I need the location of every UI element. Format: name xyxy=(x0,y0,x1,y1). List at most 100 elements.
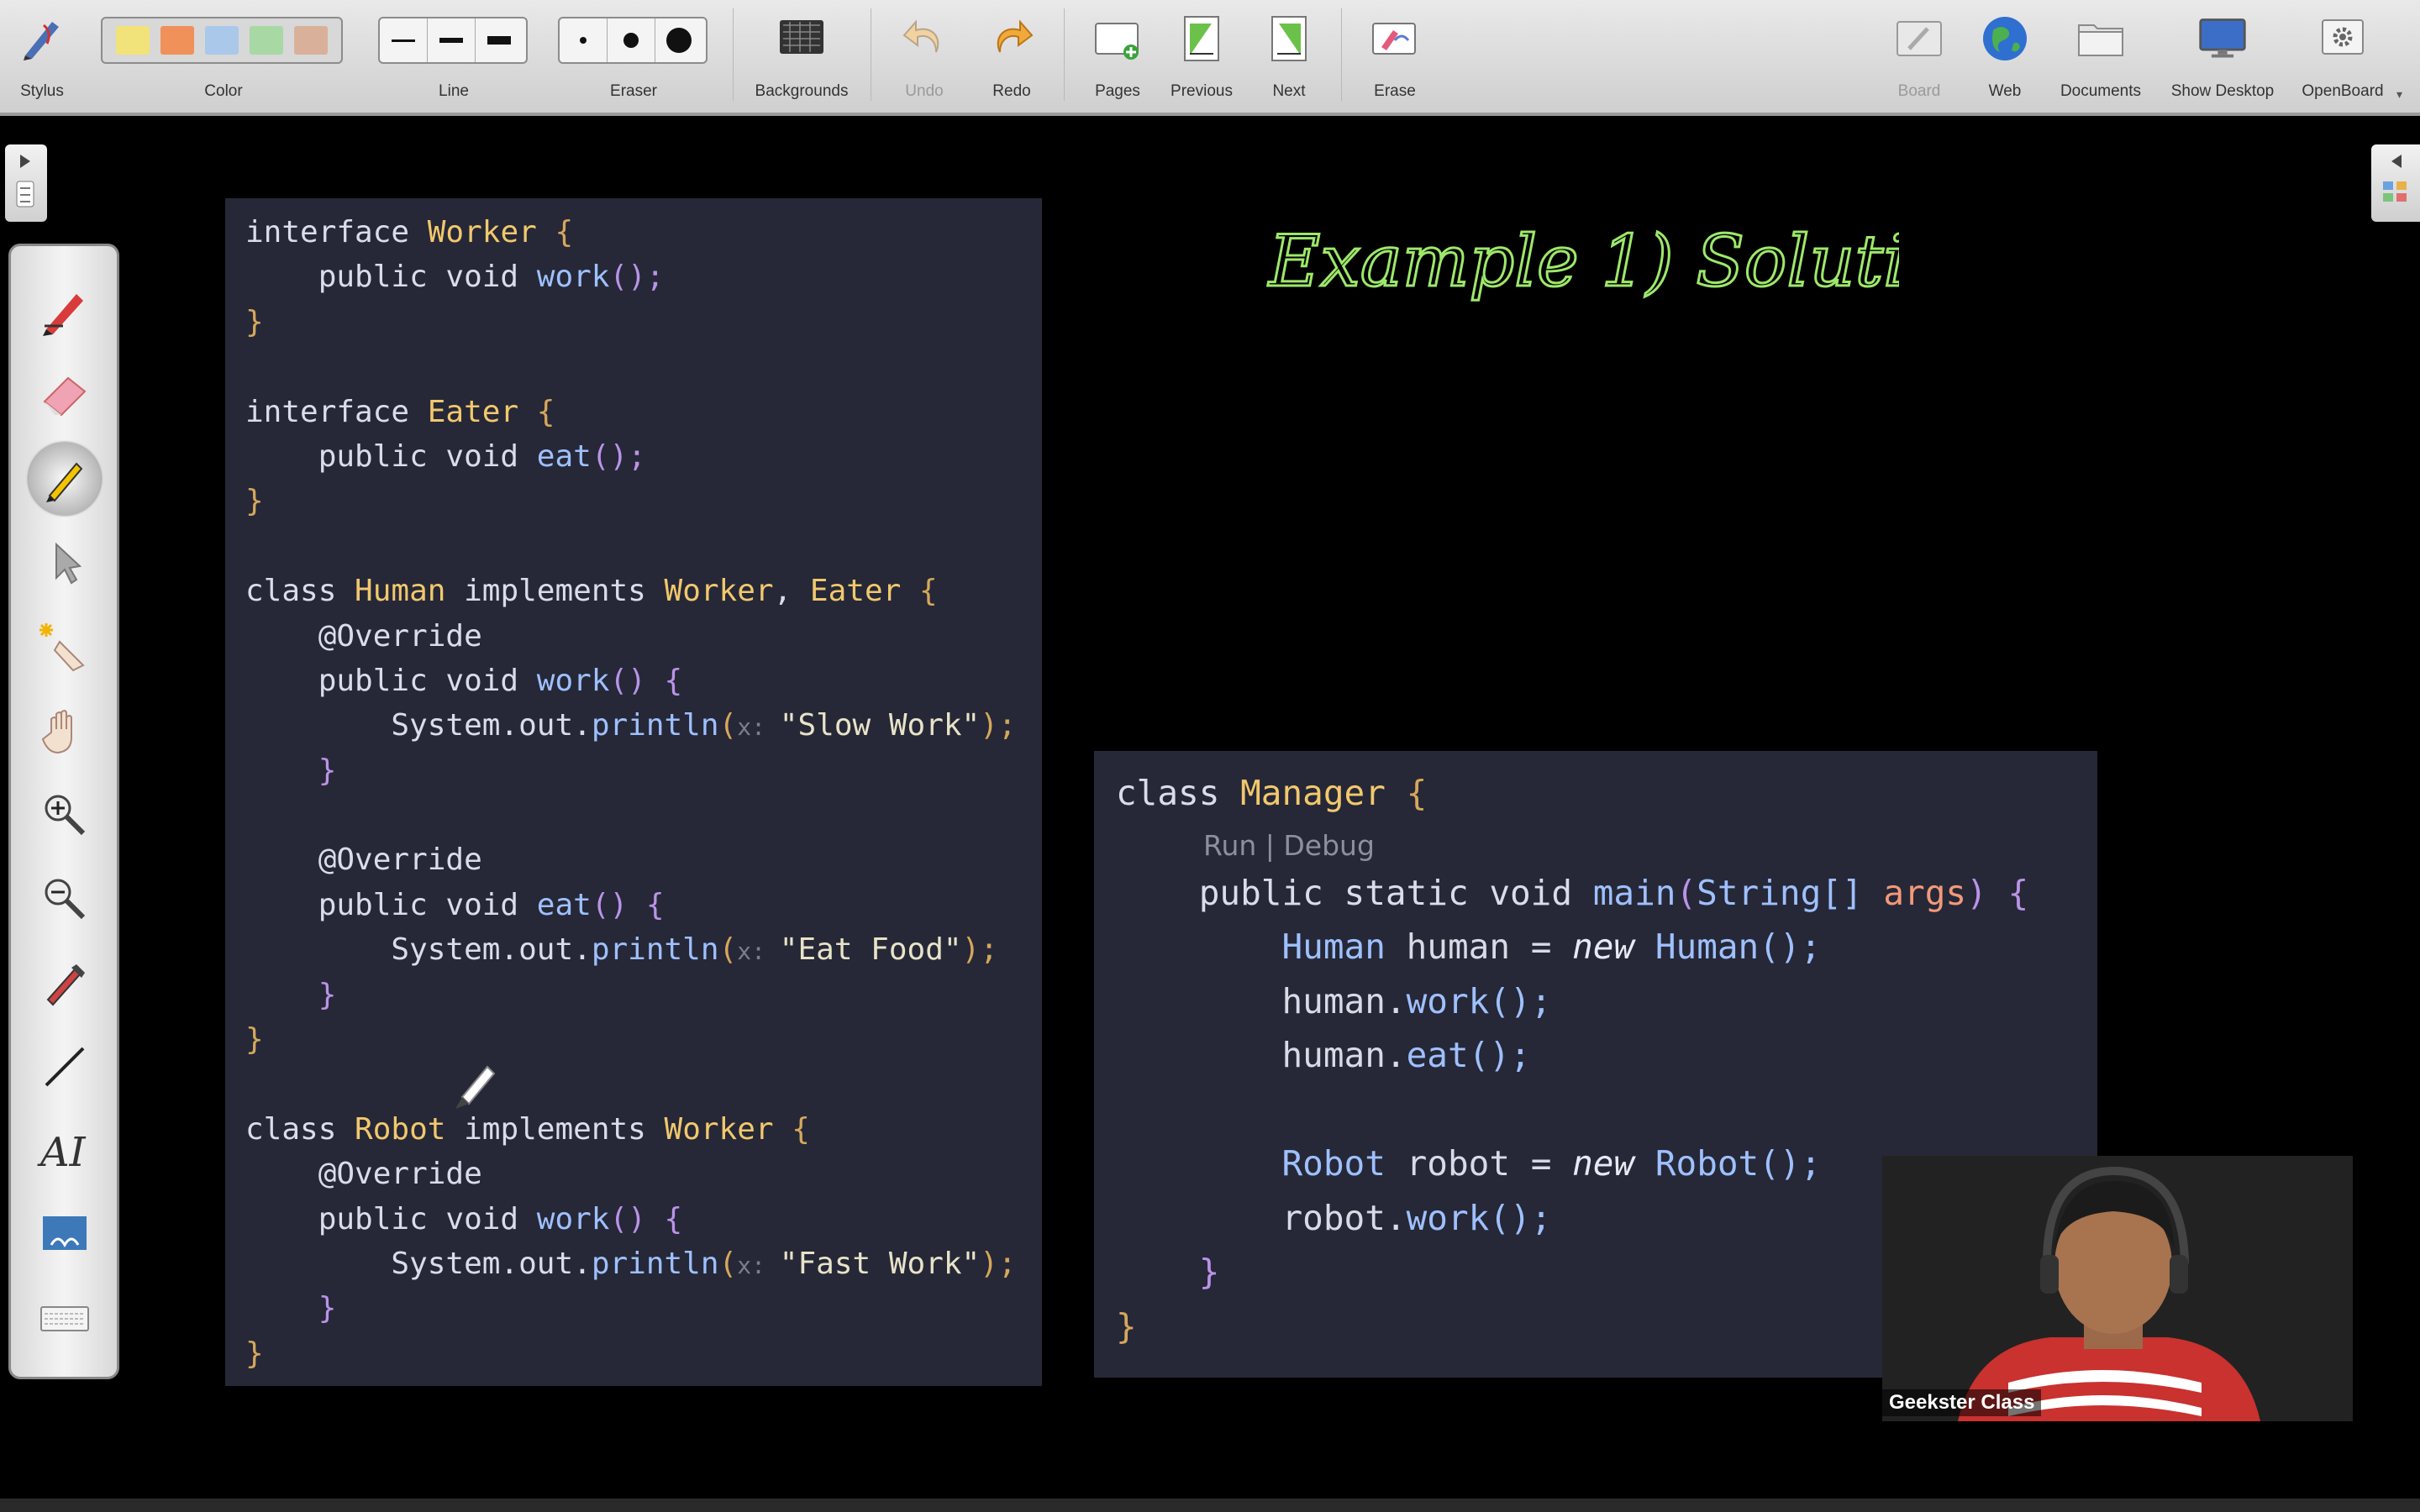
color-swatch-orange[interactable] xyxy=(160,26,195,55)
previous-page-icon xyxy=(1176,13,1227,64)
previous-page-button[interactable]: Previous xyxy=(1166,7,1237,109)
toolbar-divider xyxy=(733,8,734,101)
code-line: } xyxy=(245,304,264,339)
code-line: public void work(); xyxy=(245,260,665,295)
pages-icon xyxy=(1092,13,1143,64)
line-medium-option[interactable] xyxy=(428,18,476,62)
capture-tool[interactable] xyxy=(24,1197,105,1273)
code-line: Human human = new Human(); xyxy=(1116,927,1822,967)
redo-button[interactable]: Redo xyxy=(978,7,1045,109)
code-line: System.out.println(x: "Eat Food"); xyxy=(245,932,998,968)
run-debug-codelens[interactable]: Run | Debug xyxy=(1116,821,2097,866)
color-swatch-yellow[interactable] xyxy=(116,26,150,55)
openboard-label: OpenBoard xyxy=(2302,82,2384,100)
board-button[interactable]: Board xyxy=(1886,7,1953,109)
eraser-medium-option[interactable] xyxy=(608,18,655,62)
code-line: human.eat(); xyxy=(1116,1035,1531,1075)
handwriting-text: Example 1) Solution xyxy=(1267,220,1899,302)
code-line: public void work() { xyxy=(245,663,683,698)
zoom-out-tool[interactable] xyxy=(24,861,105,937)
keyboard-tool[interactable] xyxy=(24,1281,105,1357)
redo-icon xyxy=(986,13,1037,64)
hand-tool[interactable] xyxy=(24,693,105,769)
color-swatch-blue[interactable] xyxy=(204,26,239,55)
eraser-icon xyxy=(43,376,87,417)
bottom-bar xyxy=(0,1499,2420,1512)
stylus-label: Stylus xyxy=(20,82,64,100)
marker-tool[interactable] xyxy=(24,945,105,1021)
top-toolbar: Stylus Color Line Eraser Backgrounds Und… xyxy=(0,0,2420,116)
laser-pointer-tool[interactable] xyxy=(24,609,105,685)
code-line: } xyxy=(245,484,264,519)
undo-icon xyxy=(899,13,950,64)
highlighter-cursor-icon xyxy=(455,1065,496,1109)
webcam-name-label: Geekster Class xyxy=(1882,1389,2042,1416)
color-swatch-brown[interactable] xyxy=(293,26,328,55)
stylus-button[interactable]: Stylus xyxy=(8,7,76,109)
presenter-avatar xyxy=(1882,1156,2353,1421)
openboard-button[interactable]: OpenBoard xyxy=(2291,7,2395,109)
eraser-label: Eraser xyxy=(610,82,657,100)
code-line: @Override xyxy=(245,618,482,654)
code-line: public void eat(); xyxy=(245,438,646,474)
code-line: System.out.println(x: "Fast Work"); xyxy=(245,1246,1017,1281)
line-label: Line xyxy=(439,82,469,100)
show-desktop-label: Show Desktop xyxy=(2170,82,2275,100)
line-width-options xyxy=(378,17,528,64)
laser-pointer-icon xyxy=(39,623,85,672)
webcam-feed: Geekster Class xyxy=(1882,1156,2353,1421)
undo-label: Undo xyxy=(905,82,944,100)
color-swatch-green[interactable] xyxy=(249,26,283,55)
eraser-size-picker[interactable]: Eraser xyxy=(558,7,709,109)
right-panel-tab[interactable] xyxy=(2371,144,2420,222)
line-icon xyxy=(45,1047,85,1087)
undo-button[interactable]: Undo xyxy=(891,7,958,109)
board-label: Board xyxy=(1897,82,1941,100)
handwritten-annotation: Example 1) Solution xyxy=(1260,202,1996,332)
pen-tool[interactable] xyxy=(24,273,105,349)
color-picker[interactable]: Color xyxy=(101,7,346,109)
globe-icon xyxy=(1980,13,2030,64)
code-line: } xyxy=(245,1336,264,1371)
board-icon xyxy=(1894,13,1944,64)
line-tool[interactable] xyxy=(24,1029,105,1105)
documents-label: Documents xyxy=(2060,82,2142,100)
zoom-out-icon xyxy=(45,879,86,920)
pointer-icon xyxy=(55,542,82,585)
code-line: } xyxy=(245,977,337,1012)
code-line: interface Eater { xyxy=(245,394,555,429)
next-page-button[interactable]: Next xyxy=(1255,7,1323,109)
line-thin-option[interactable] xyxy=(380,18,428,62)
code-line: public void work() { xyxy=(245,1201,683,1236)
eraser-tool[interactable] xyxy=(24,357,105,433)
web-label: Web xyxy=(1988,82,2022,100)
previous-label: Previous xyxy=(1171,82,1233,100)
code-line: class Manager { xyxy=(1116,773,1428,813)
redo-label: Redo xyxy=(992,82,1031,100)
zoom-in-icon xyxy=(45,795,86,836)
documents-button[interactable]: Documents xyxy=(2050,7,2151,109)
backgrounds-button[interactable]: Backgrounds xyxy=(743,7,860,109)
pages-button[interactable]: Pages xyxy=(1084,7,1151,109)
line-width-picker[interactable]: Line xyxy=(378,7,529,109)
backgrounds-label: Backgrounds xyxy=(755,82,849,100)
eraser-large-option[interactable] xyxy=(655,18,702,62)
eraser-small-option[interactable] xyxy=(560,18,608,62)
line-thick-option[interactable] xyxy=(476,18,523,62)
pointer-tool[interactable] xyxy=(24,525,105,601)
web-button[interactable]: Web xyxy=(1971,7,2039,109)
monitor-icon xyxy=(2197,13,2248,64)
text-tool[interactable]: AI xyxy=(24,1113,105,1189)
toolbar-overflow-icon[interactable]: ▾ xyxy=(2396,87,2402,102)
pen-icon xyxy=(43,294,83,336)
color-label: Color xyxy=(204,82,243,100)
show-desktop-button[interactable]: Show Desktop xyxy=(2160,7,2286,109)
highlighter-icon xyxy=(46,462,83,502)
erase-button[interactable]: Erase xyxy=(1361,7,1428,109)
dock-collapse-tab[interactable] xyxy=(5,144,47,222)
zoom-in-tool[interactable] xyxy=(24,777,105,853)
code-line: @Override xyxy=(245,1157,482,1192)
code-line: class Human implements Worker, Eater { xyxy=(245,574,938,609)
highlighter-tool[interactable] xyxy=(24,441,105,517)
code-line: public void eat() { xyxy=(245,887,665,922)
